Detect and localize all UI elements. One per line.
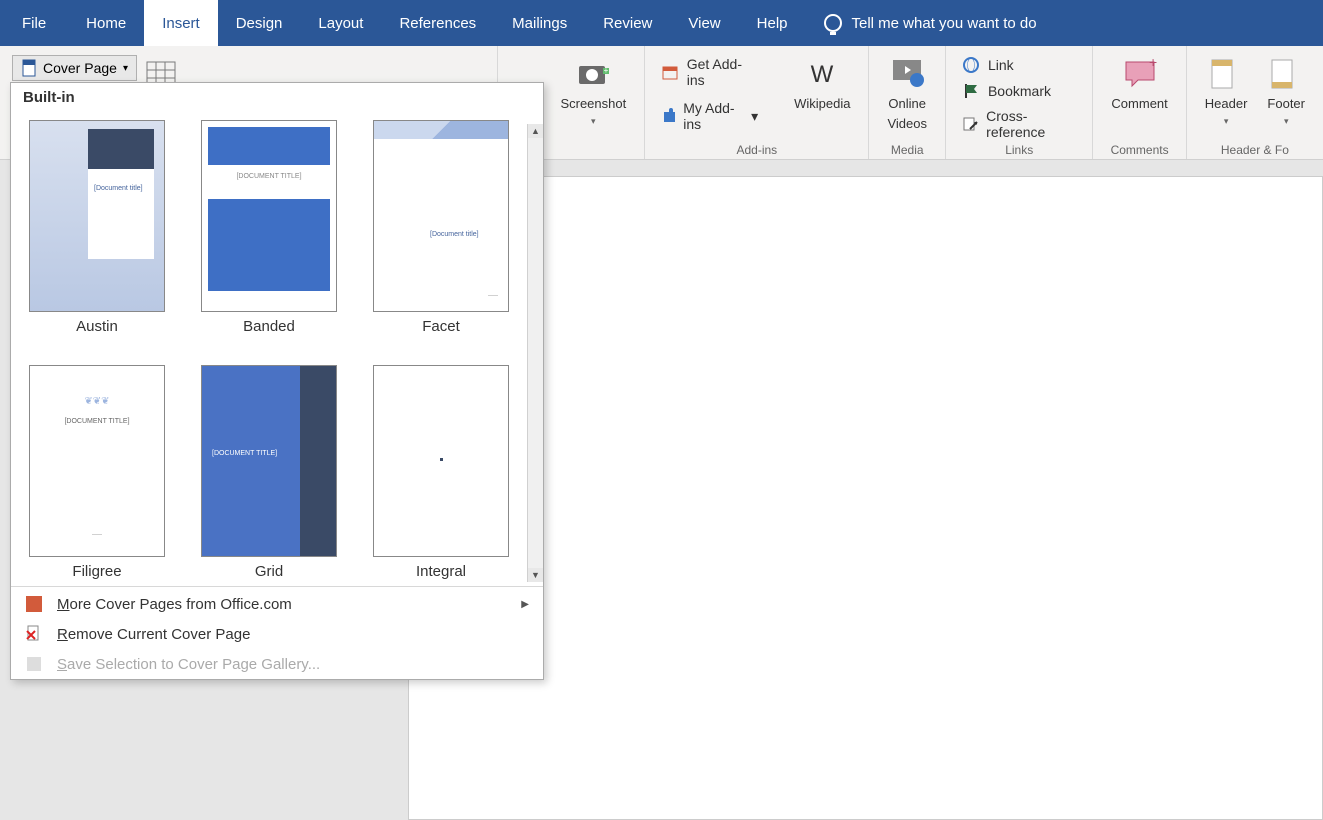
thumbnail-label: Austin (76, 318, 118, 335)
group-label-comments: Comments (1111, 143, 1169, 157)
puzzle-icon (661, 107, 675, 125)
save-selection-menuitem: Save Selection to Cover Page Gallery... (11, 649, 543, 679)
cover-page-option-integral[interactable]: Integral (373, 365, 509, 580)
my-addins-button[interactable]: My Add-ins ▾ (657, 98, 762, 134)
header-icon (1208, 56, 1244, 92)
cover-page-button[interactable]: Cover Page ▾ (12, 55, 137, 81)
chevron-down-icon: ▾ (591, 116, 596, 127)
online-videos-label1: Online (888, 96, 926, 112)
header-label: Header (1205, 96, 1248, 112)
footer-button[interactable]: Footer ▾ (1261, 54, 1311, 128)
cover-page-dropdown: Built-in [Document title] Austin [DOCUME… (10, 82, 544, 680)
title-bar: File Home Insert Design Layout Reference… (0, 0, 1323, 46)
bookmark-label: Bookmark (988, 83, 1051, 99)
camera-icon: + (575, 56, 611, 92)
tab-mailings[interactable]: Mailings (494, 0, 585, 46)
thumbnail-austin: [Document title] (29, 120, 165, 312)
comment-icon: + (1122, 56, 1158, 92)
tab-review[interactable]: Review (585, 0, 670, 46)
store-icon (661, 63, 679, 81)
video-icon (889, 56, 925, 92)
footer-label: Footer (1267, 96, 1305, 112)
thumbnail-grid: [DOCUMENT TITLE] (201, 365, 337, 557)
group-label-media: Media (891, 143, 924, 157)
scroll-up-arrow[interactable]: ▲ (528, 124, 543, 138)
cover-page-option-grid[interactable]: [DOCUMENT TITLE] Grid (201, 365, 337, 580)
screenshot-button[interactable]: + Screenshot ▾ (554, 54, 632, 128)
comment-button[interactable]: + Comment (1105, 54, 1173, 114)
thumbnail-filigree: ❦❦❦[DOCUMENT TITLE]—— (29, 365, 165, 557)
chevron-down-icon: ▾ (123, 63, 128, 74)
wikipedia-label: Wikipedia (794, 96, 850, 112)
more-cover-pages-menuitem[interactable]: More Cover Pages from Office.com ▶ (11, 589, 543, 619)
svg-text:+: + (1149, 56, 1157, 70)
online-videos-label2: Videos (887, 116, 927, 132)
chevron-down-icon: ▾ (1224, 116, 1229, 127)
remove-page-icon (25, 625, 43, 643)
tell-me-label: Tell me what you want to do (852, 15, 1037, 32)
lightbulb-icon (824, 14, 842, 32)
thumbnail-banded: [DOCUMENT TITLE] (201, 120, 337, 312)
comment-label: Comment (1111, 96, 1167, 112)
cover-page-option-austin[interactable]: [Document title] Austin (29, 120, 165, 335)
tab-file[interactable]: File (0, 0, 68, 46)
link-button[interactable]: Link (958, 54, 1018, 76)
office-icon (25, 595, 43, 613)
group-label-links: Links (1005, 143, 1033, 157)
footer-icon (1268, 56, 1304, 92)
thumbnail-integral (373, 365, 509, 557)
bookmark-flag-icon (962, 82, 980, 100)
cover-page-label: Cover Page (43, 60, 117, 76)
wikipedia-button[interactable]: W Wikipedia (788, 54, 856, 114)
svg-text:W: W (811, 61, 834, 88)
my-addins-label: My Add-ins (683, 100, 737, 132)
tab-references[interactable]: References (381, 0, 494, 46)
tab-insert[interactable]: Insert (144, 0, 218, 46)
thumbnail-label: Facet (422, 318, 460, 335)
link-label: Link (988, 57, 1014, 73)
scroll-down-arrow[interactable]: ▼ (528, 568, 543, 582)
group-label-headerfooter: Header & Fo (1221, 143, 1289, 157)
cover-page-option-filigree[interactable]: ❦❦❦[DOCUMENT TITLE]—— Filigree (29, 365, 165, 580)
bookmark-button[interactable]: Bookmark (958, 80, 1055, 102)
get-addins-button[interactable]: Get Add-ins (657, 54, 762, 90)
remove-cover-page-menuitem[interactable]: Remove Current Cover Page (11, 619, 543, 649)
tab-layout[interactable]: Layout (300, 0, 381, 46)
submenu-arrow-icon: ▶ (521, 599, 529, 610)
cross-ref-icon (962, 115, 978, 133)
tab-view[interactable]: View (670, 0, 738, 46)
dropdown-section-header: Built-in (11, 83, 543, 112)
wikipedia-icon: W (804, 56, 840, 92)
thumbnail-facet: [Document title]—— (373, 120, 509, 312)
save-gallery-icon (25, 655, 43, 673)
screenshot-label: Screenshot (560, 96, 626, 112)
tab-home[interactable]: Home (68, 0, 144, 46)
document-page[interactable] (408, 176, 1323, 820)
cover-page-option-facet[interactable]: [Document title]—— Facet (373, 120, 509, 335)
dropdown-scrollbar[interactable]: ▲ ▼ (527, 124, 543, 582)
thumbnail-label: Integral (416, 563, 466, 580)
thumbnail-label: Banded (243, 318, 295, 335)
cover-page-icon (21, 59, 37, 77)
get-addins-label: Get Add-ins (687, 56, 758, 88)
divider (11, 586, 543, 587)
tell-me-search[interactable]: Tell me what you want to do (824, 0, 1037, 46)
cross-reference-label: Cross-reference (986, 108, 1076, 140)
online-videos-button[interactable]: Online Videos (881, 54, 933, 133)
thumbnail-label: Filigree (72, 563, 121, 580)
link-icon (962, 56, 980, 74)
cover-page-option-banded[interactable]: [DOCUMENT TITLE] Banded (201, 120, 337, 335)
tab-help[interactable]: Help (739, 0, 806, 46)
tab-design[interactable]: Design (218, 0, 301, 46)
header-button[interactable]: Header ▾ (1199, 54, 1254, 128)
thumbnail-label: Grid (255, 563, 283, 580)
dropdown-gallery: [Document title] Austin [DOCUMENT TITLE]… (11, 112, 543, 584)
chevron-down-icon: ▾ (751, 108, 758, 125)
chevron-down-icon: ▾ (1284, 116, 1289, 127)
svg-text:+: + (604, 66, 609, 75)
cross-reference-button[interactable]: Cross-reference (958, 106, 1080, 142)
group-label-addins: Add-ins (736, 143, 777, 157)
